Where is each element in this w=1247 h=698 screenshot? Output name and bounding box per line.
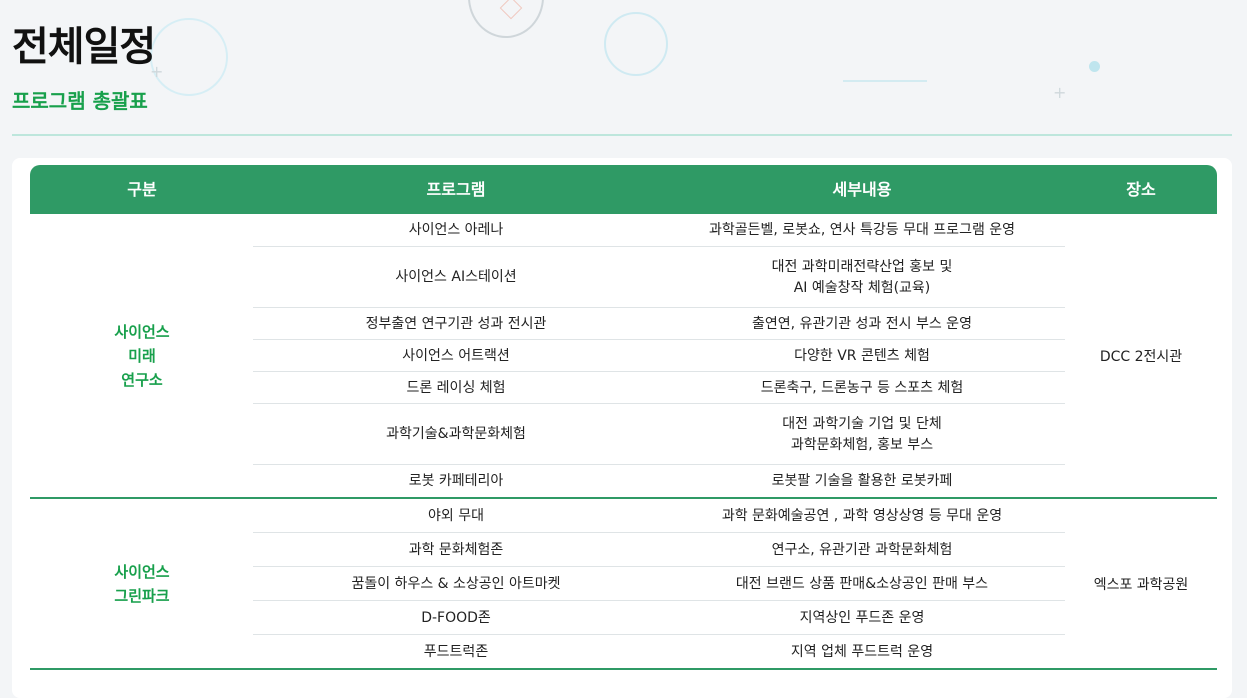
category-cell: 사이언스그린파크 xyxy=(30,499,254,669)
details-cell: 출연연, 유관기관 성과 전시 부스 운영 xyxy=(659,308,1065,340)
decorative-circle xyxy=(468,0,544,38)
program-cell: 드론 레이싱 체험 xyxy=(406,379,506,396)
details-line: 로봇팔 기술을 활용한 로봇카페 xyxy=(771,473,953,489)
venue-cell: 엑스포 과학공원 xyxy=(1093,577,1189,593)
details-cell: 과학골든벨, 로봇쇼, 연사 특강등 무대 프로그램 운영 xyxy=(659,214,1065,247)
column-header-category: 구분 xyxy=(127,180,157,199)
decorative-diamond xyxy=(499,0,523,20)
title-divider xyxy=(12,134,1232,136)
column-header-venue: 장소 xyxy=(1126,180,1156,199)
decorative-dot xyxy=(1089,61,1100,72)
category-cell: 사이언스미래연구소 xyxy=(30,214,254,498)
category-line: 미래 xyxy=(128,347,156,365)
program-cell: 꿈돌이 하우스 & 소상공인 아트마켓 xyxy=(351,575,561,592)
details-cell: 로봇팔 기술을 활용한 로봇카페 xyxy=(659,465,1065,498)
column-header-details: 세부내용 xyxy=(832,180,892,199)
details-cell: 연구소, 유관기관 과학문화체험 xyxy=(659,533,1065,567)
details-cell: 대전 과학미래전략산업 홍보 및 AI 예술창작 체험(교육) xyxy=(659,247,1065,308)
venue-cell: DCC 2전시관 xyxy=(1099,349,1183,365)
program-cell: 사이언스 어트랙션 xyxy=(402,347,510,364)
program-cell: 정부출연 연구기관 성과 전시관 xyxy=(365,315,547,332)
details-cell: 지역상인 푸드존 운영 xyxy=(659,601,1065,635)
program-cell: 과학기술&과학문화체험 xyxy=(386,426,526,442)
program-cell: D-FOOD존 xyxy=(421,609,491,626)
column-header-program: 프로그램 xyxy=(426,180,486,199)
page-subtitle: 프로그램 총괄표 xyxy=(12,89,148,113)
details-line: 연구소, 유관기관 과학문화체험 xyxy=(771,541,953,558)
program-cell: 사이언스 AI스테이션 xyxy=(395,269,517,285)
details-cell: 지역 업체 푸드트럭 운영 xyxy=(659,635,1065,669)
details-line: 대전 과학미래전략산업 홍보 및 xyxy=(771,258,953,275)
page-title: 전체일정 xyxy=(12,24,156,70)
details-cell: 다양한 VR 콘텐츠 체험 xyxy=(659,340,1065,372)
details-line: 과학문화체험, 홍보 부스 xyxy=(790,436,934,453)
program-cell: 야외 무대 xyxy=(428,507,484,524)
category-line: 그린파크 xyxy=(114,587,170,605)
details-line: 대전 과학기술 기업 및 단체 xyxy=(782,415,942,432)
program-cell: 푸드트럭존 xyxy=(423,643,489,660)
details-line: 대전 브랜드 상품 판매&소상공인 판매 부스 xyxy=(735,575,989,592)
decorative-circle xyxy=(604,12,668,76)
details-cell: 대전 브랜드 상품 판매&소상공인 판매 부스 xyxy=(659,567,1065,601)
program-cell: 로봇 카페테리아 xyxy=(408,473,504,489)
category-line: 사이언스 xyxy=(114,563,170,581)
details-line: AI 예술창작 체험(교육) xyxy=(793,279,931,296)
details-cell: 대전 과학기술 기업 및 단체과학문화체험, 홍보 부스 xyxy=(659,404,1065,465)
program-cell: 사이언스 아레나 xyxy=(408,222,504,238)
decorative-line xyxy=(843,80,927,82)
program-cell: 과학 문화체험존 xyxy=(408,541,504,558)
details-line: 드론축구, 드론농구 등 스포츠 체험 xyxy=(760,379,964,396)
details-line: 지역상인 푸드존 운영 xyxy=(799,609,925,626)
category-line: 사이언스 xyxy=(114,323,170,341)
details-line: 지역 업체 푸드트럭 운영 xyxy=(790,643,934,660)
details-line: 과학 문화예술공연 , 과학 영상상영 등 무대 운영 xyxy=(721,507,1003,524)
details-cell: 드론축구, 드론농구 등 스포츠 체험 xyxy=(659,372,1065,404)
table-header: 구분 프로그램 세부내용 장소 xyxy=(30,165,1217,214)
details-cell: 과학 문화예술공연 , 과학 영상상영 등 무대 운영 xyxy=(659,499,1065,533)
section-divider xyxy=(30,668,1217,670)
category-line: 연구소 xyxy=(121,371,163,389)
details-line: 출연연, 유관기관 성과 전시 부스 운영 xyxy=(752,315,972,332)
details-line: 과학골든벨, 로봇쇼, 연사 특강등 무대 프로그램 운영 xyxy=(708,222,1016,238)
decorative-circle xyxy=(150,18,228,96)
details-line: 다양한 VR 콘텐츠 체험 xyxy=(794,347,930,364)
decorative-plus-icon: + xyxy=(1053,83,1067,102)
